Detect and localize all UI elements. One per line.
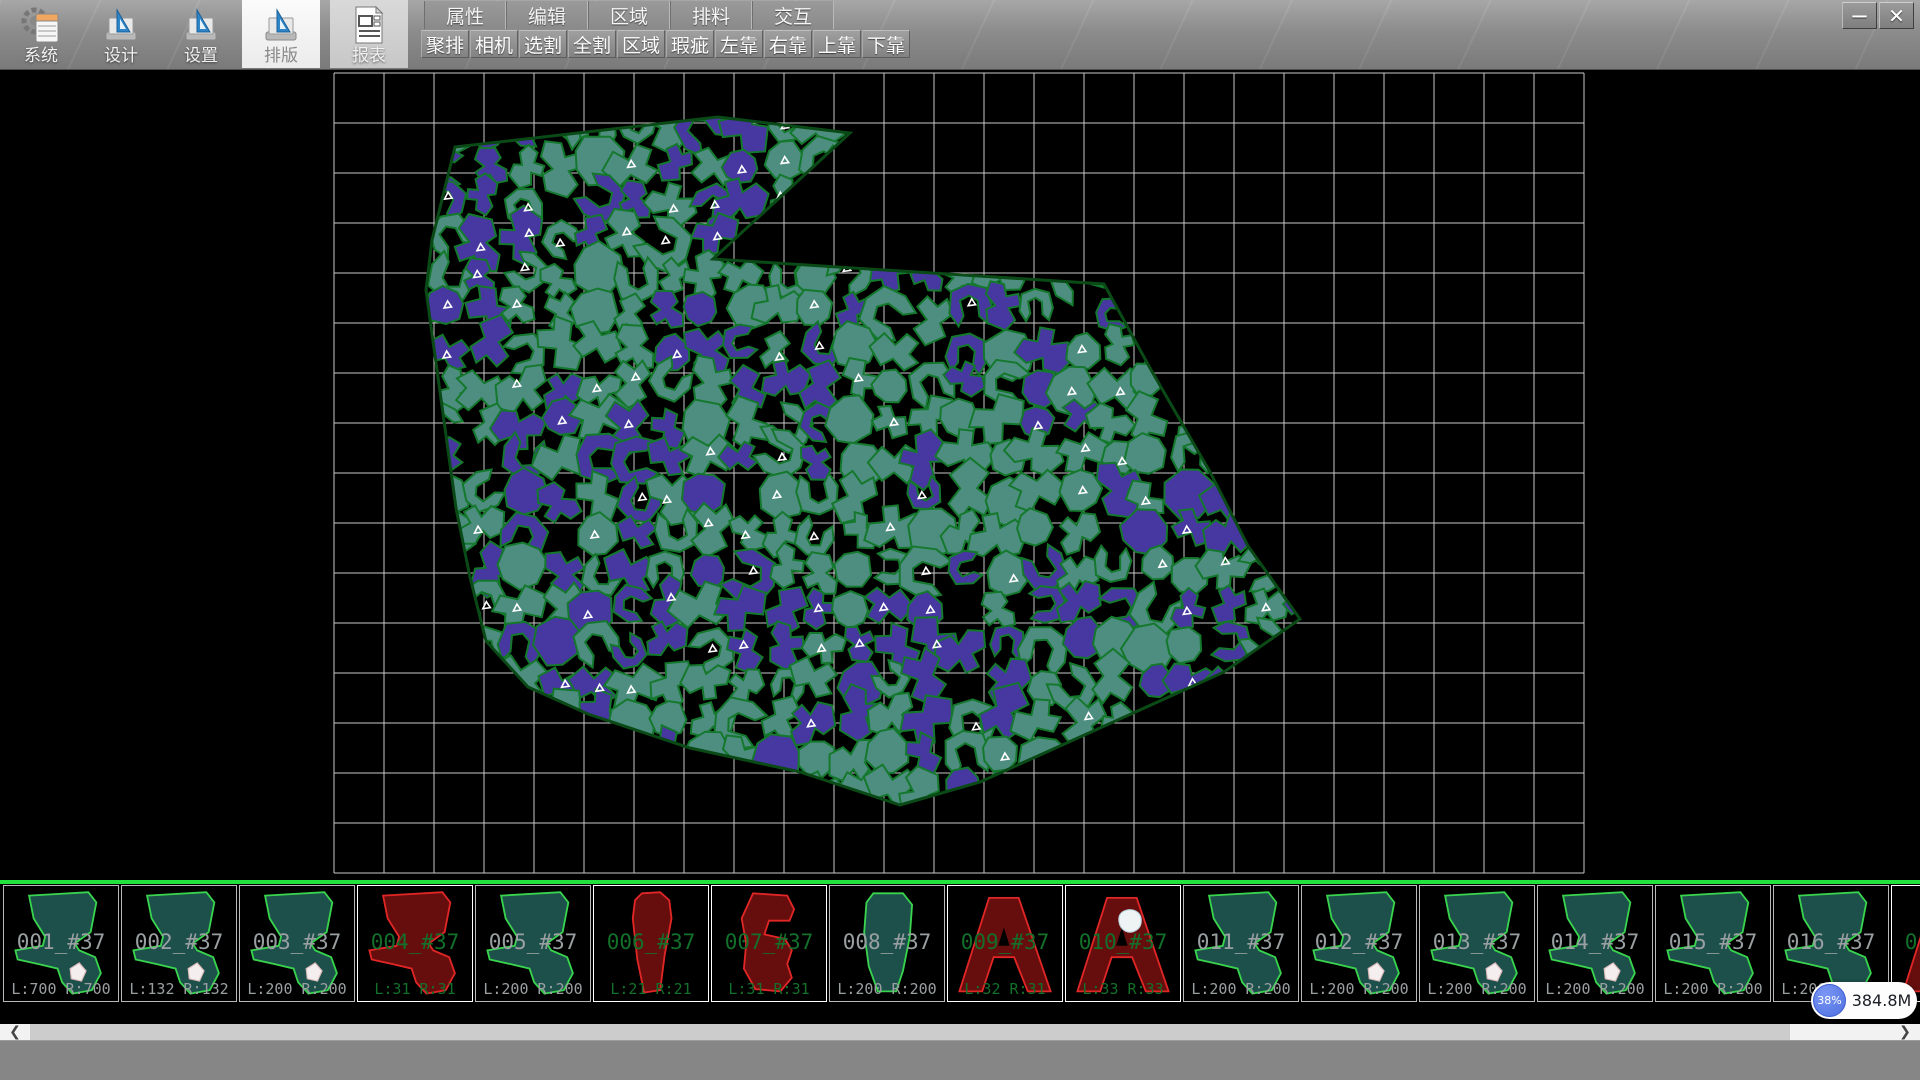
part-thumbnail-6[interactable]: 006_#37 L:21 R:21 [593, 885, 709, 1002]
ribbon-toolbar: 聚排相机选割全割区域瑕疵左靠右靠上靠下靠 [421, 30, 910, 58]
memory-usage-badge[interactable]: 38% 384.8M [1811, 982, 1917, 1019]
toolbar-button-2[interactable]: 设计 [82, 0, 160, 68]
menu-item-4[interactable]: 排料 [670, 1, 752, 29]
ribbon-button-6[interactable]: 瑕疵 [666, 30, 714, 58]
part-lr-count: L:132 R:132 [122, 980, 236, 998]
part-id-label: 013_#37 [1420, 930, 1534, 954]
part-id-label: 012_#37 [1302, 930, 1416, 954]
part-lr-count: L:200 R:200 [240, 980, 354, 998]
close-button[interactable]: ✕ [1879, 2, 1914, 29]
part-lr-count: L:31 R:31 [358, 980, 472, 998]
ribbon-button-4[interactable]: 全割 [568, 30, 616, 58]
layout-ruler-icon [260, 6, 302, 46]
part-thumbnail-8[interactable]: 008_#37 L:200 R:200 [829, 885, 945, 1002]
scrollbar-thumb[interactable] [30, 1024, 1790, 1040]
part-thumbnail-12[interactable]: 012_#37 L:200 R:200 [1301, 885, 1417, 1002]
minimize-button[interactable]: — [1842, 2, 1877, 29]
part-thumbnail-2[interactable]: 002_#37 L:132 R:132 [121, 885, 237, 1002]
part-id-label: 005_#37 [476, 930, 590, 954]
part-lr-count: L:21 R:21 [594, 980, 708, 998]
strip-separator-line [0, 880, 1920, 884]
part-thumbnail-15[interactable]: 015_#37 L:200 R:200 [1655, 885, 1771, 1002]
toolbar-button-label: 排版 [264, 46, 298, 66]
part-thumbnail-7[interactable]: 007_#37 L:31 R:31 [711, 885, 827, 1002]
memory-percent-circle: 38% [1813, 984, 1846, 1017]
part-thumbnail-5[interactable]: 005_#37 L:200 R:200 [475, 885, 591, 1002]
toolbar-button-label: 系统 [24, 46, 58, 66]
toolbar-button-3[interactable]: 设置 [162, 0, 240, 68]
part-thumbnail-9[interactable]: 009_#37 L:32 R:31 [947, 885, 1063, 1002]
part-id-label: 011_#37 [1184, 930, 1298, 954]
part-id-label: 016_#37 [1774, 930, 1888, 954]
part-thumbnail-11[interactable]: 011_#37 L:200 R:200 [1183, 885, 1299, 1002]
toolbar-button-label: 设置 [184, 46, 218, 66]
menu-item-3[interactable]: 区域 [588, 1, 670, 29]
ribbon-button-1[interactable]: 聚排 [421, 30, 469, 58]
part-lr-count: L:200 R:200 [830, 980, 944, 998]
toolbar-button-5[interactable]: 报表 [330, 0, 408, 68]
part-lr-count: L:200 R:200 [1656, 980, 1770, 998]
window-controls: — ✕ [1842, 2, 1914, 29]
menubar: 属性编辑区域排料交互 [424, 1, 834, 29]
part-id-label: 015_#37 [1656, 930, 1770, 954]
part-id-label: 007_#37 [712, 930, 826, 954]
report-document-icon [349, 4, 389, 46]
part-id-label: 008_#37 [830, 930, 944, 954]
ribbon-button-7[interactable]: 左靠 [715, 30, 763, 58]
part-lr-count: L:200 R:200 [1538, 980, 1652, 998]
ribbon-button-9[interactable]: 上靠 [813, 30, 861, 58]
part-lr-count: L:700 R:700 [4, 980, 118, 998]
part-id-label: 001_#37 [4, 930, 118, 954]
part-id-label: 004_#37 [358, 930, 472, 954]
part-id-label: 002_#37 [122, 930, 236, 954]
memory-value-label: 384.8M [1846, 991, 1917, 1010]
part-id-label: 006_#37 [594, 930, 708, 954]
scroll-right-arrow[interactable]: ❯ [1890, 1024, 1920, 1040]
main-toolbar: 系统 设计 设置 排版 报表 属性编辑区域排料交互 聚排相机选割全割区域瑕疵左靠… [0, 0, 1920, 70]
part-lr-count: L:200 R:200 [1302, 980, 1416, 998]
toolbar-button-4[interactable]: 排版 [242, 0, 320, 68]
nesting-canvas[interactable] [0, 70, 1920, 882]
part-lr-count: L:33 R:33 [1066, 980, 1180, 998]
system-gear-icon [20, 6, 62, 46]
toolbar-button-label: 设计 [104, 46, 138, 66]
menu-item-2[interactable]: 编辑 [506, 1, 588, 29]
design-ruler-icon [100, 6, 142, 46]
settings-ruler-icon [180, 6, 222, 46]
scroll-left-arrow[interactable]: ❮ [0, 1024, 30, 1040]
toolbar-button-1[interactable]: 系统 [2, 0, 80, 68]
part-lr-count: L:32 R:31 [948, 980, 1062, 998]
ribbon-button-8[interactable]: 右靠 [764, 30, 812, 58]
part-id-label: 017_#37 [1892, 930, 1920, 954]
part-id-label: 010_#37 [1066, 930, 1180, 954]
status-bar [0, 1040, 1920, 1080]
part-thumbnail-14[interactable]: 014_#37 L:200 R:200 [1537, 885, 1653, 1002]
part-thumbnail-4[interactable]: 004_#37 L:31 R:31 [357, 885, 473, 1002]
part-lr-count: L:200 R:200 [1420, 980, 1534, 998]
part-id-label: 003_#37 [240, 930, 354, 954]
part-id-label: 009_#37 [948, 930, 1062, 954]
hide-nesting-drawing [0, 70, 1920, 882]
part-thumbnail-3[interactable]: 003_#37 L:200 R:200 [239, 885, 355, 1002]
ribbon-button-2[interactable]: 相机 [470, 30, 518, 58]
parts-thumbnail-strip: 001_#37 L:700 R:700 002_#37 L:132 R:132 … [0, 880, 1920, 1004]
part-id-label: 014_#37 [1538, 930, 1652, 954]
horizontal-scrollbar[interactable]: ❮ ❯ [0, 1024, 1920, 1040]
ribbon-button-5[interactable]: 区域 [617, 30, 665, 58]
part-thumbnail-13[interactable]: 013_#37 L:200 R:200 [1419, 885, 1535, 1002]
menu-item-5[interactable]: 交互 [752, 1, 834, 29]
part-lr-count: L:200 R:200 [1184, 980, 1298, 998]
ribbon-button-3[interactable]: 选割 [519, 30, 567, 58]
part-thumbnail-10[interactable]: 010_#37 L:33 R:33 [1065, 885, 1181, 1002]
application-window: 系统 设计 设置 排版 报表 属性编辑区域排料交互 聚排相机选割全割区域瑕疵左靠… [0, 0, 1920, 1080]
ribbon-button-10[interactable]: 下靠 [862, 30, 910, 58]
nested-pieces [416, 95, 1332, 825]
part-thumbnail-1[interactable]: 001_#37 L:700 R:700 [3, 885, 119, 1002]
toolbar-button-label: 报表 [352, 46, 386, 66]
part-lr-count: L:31 R:31 [712, 980, 826, 998]
part-lr-count: L:200 R:200 [476, 980, 590, 998]
menu-item-1[interactable]: 属性 [424, 1, 506, 29]
